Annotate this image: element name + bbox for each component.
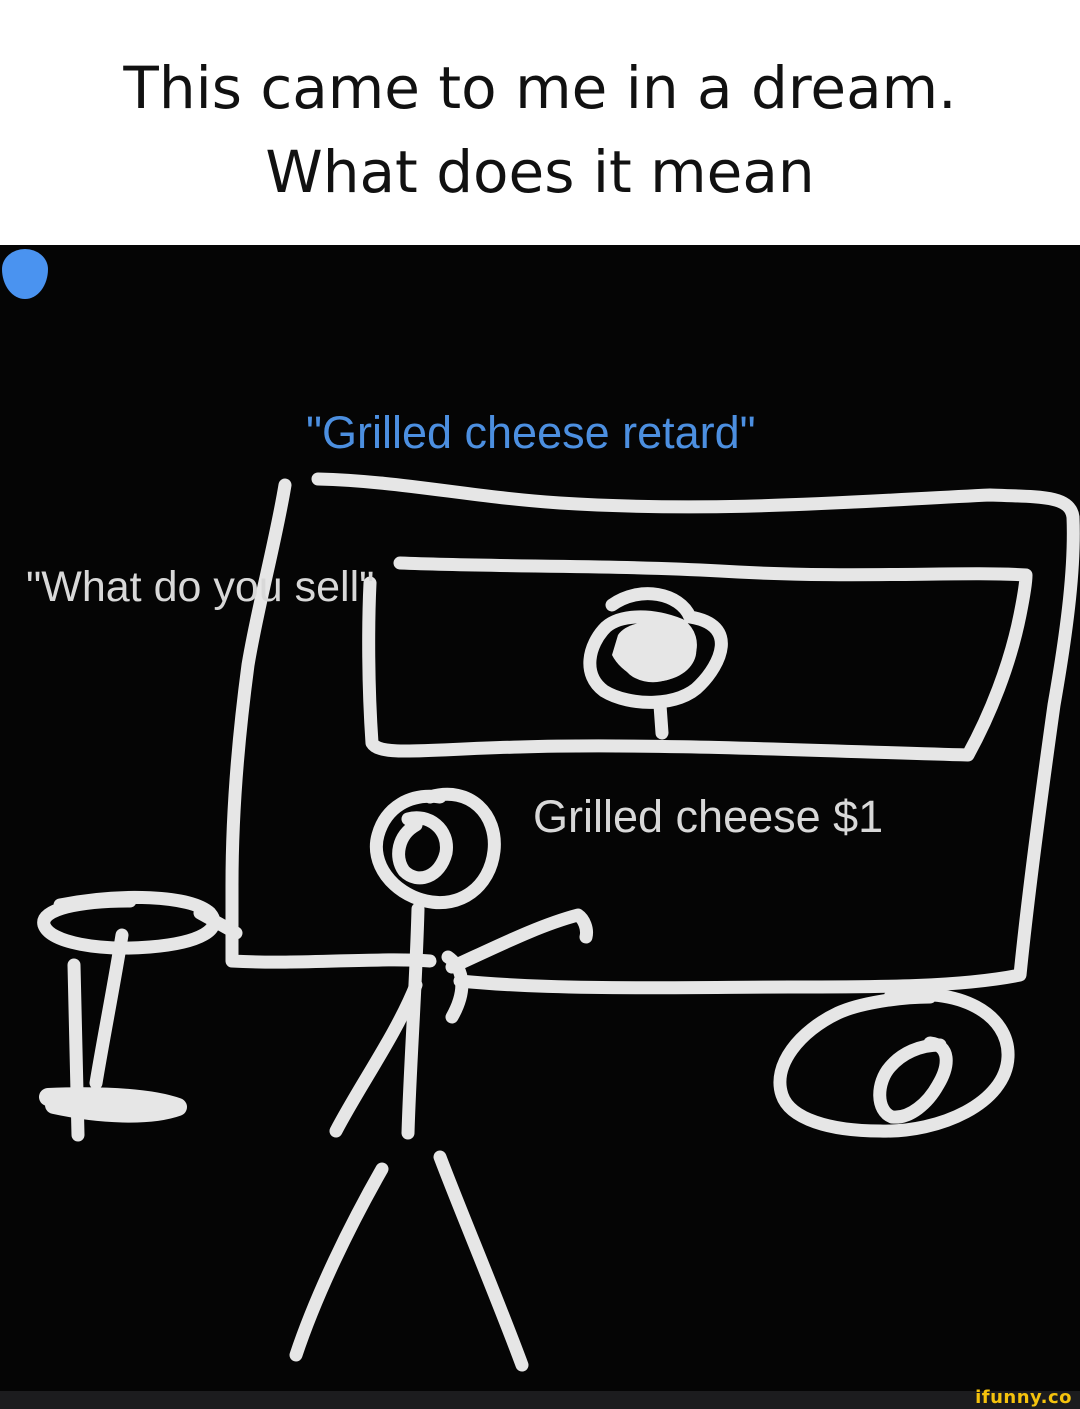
truck-body-outline (225, 472, 1080, 995)
vendor-arm-left (441, 950, 469, 1024)
grilled-cheese-fill (612, 621, 697, 682)
truck-window (362, 556, 1033, 762)
vendor-leg-2 (433, 1150, 529, 1372)
caption-line-2: What does it mean (265, 138, 815, 206)
side-table-top (37, 890, 243, 955)
footer-bar: ifunny.co (0, 1387, 1080, 1409)
truck-wheel-hub (873, 1036, 953, 1124)
caption-header: This came to me in a dream. What does it… (0, 0, 1080, 245)
vendor-arm-right (445, 908, 593, 974)
vendor-leg-1 (289, 1162, 389, 1362)
vendor-body (401, 902, 425, 1140)
customer-quote: "What do you sell" (26, 563, 375, 611)
side-table-base (39, 1087, 187, 1123)
vendor-quote: "Grilled cheese retard" (306, 407, 756, 458)
drawing-canvas: "Grilled cheese retard" "What do you sel… (0, 245, 1080, 1391)
vendor-head (370, 787, 501, 909)
watermark-logo: ifunny.co (975, 1387, 1072, 1408)
price-sign: Grilled cheese $1 (533, 791, 884, 842)
caption-line-1: This came to me in a dream. (123, 54, 957, 122)
